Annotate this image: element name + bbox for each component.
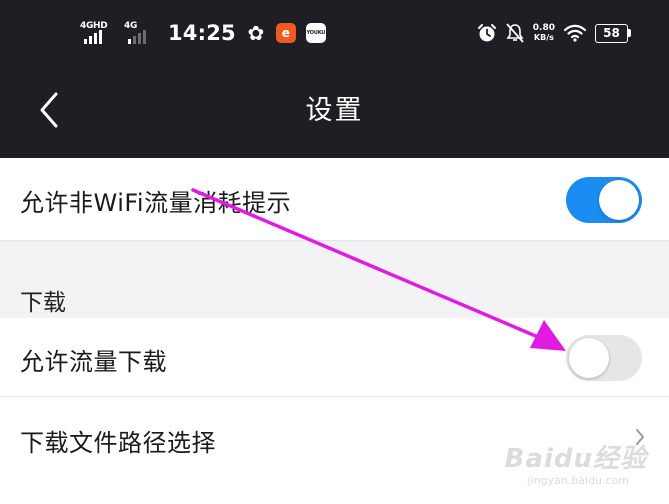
signal-4ghd-icon: 4GHD (80, 20, 114, 46)
mute-bell-icon (506, 23, 524, 43)
data-download-label: 允许流量下载 (20, 348, 167, 376)
wifi-prompt-toggle[interactable] (566, 177, 642, 223)
toggle-knob (569, 338, 609, 378)
page-title: 设置 (305, 95, 364, 126)
wifi-prompt-label: 允许非WiFi流量消耗提示 (20, 189, 292, 217)
battery-icon: 58 (595, 23, 631, 43)
section-title-download: 下载 (20, 290, 66, 316)
speed-value: 0.80 (532, 23, 555, 33)
alarm-clock-icon (477, 24, 496, 42)
network-speed: 0.80 KB/s (533, 23, 555, 43)
toggle-knob (599, 180, 639, 220)
wifi-icon (564, 24, 586, 42)
download-path-label: 下载文件路径选择 (20, 429, 216, 457)
baidu-watermark-url: jingyan.baidu.com (527, 474, 629, 487)
speed-unit: KB/s (533, 33, 554, 42)
fan-icon: ✿ (247, 21, 265, 45)
setting-row-wifi-prompt: 允许非WiFi流量消耗提示 (0, 158, 669, 240)
battery-level: 58 (595, 23, 628, 43)
data-download-toggle[interactable] (566, 335, 642, 381)
section-download: 下载 (0, 241, 669, 318)
status-bar-right: 0.80 KB/s 58 (477, 18, 631, 48)
status-bar: 4GHD 4G 14:25 ✿ e YOUKU 0.80 KB/s 58 (0, 0, 669, 66)
status-bar-left: 4GHD 4G 14:25 ✿ e YOUKU (80, 18, 326, 48)
signal-4g-icon: 4G (124, 20, 158, 46)
nav-bar: 设置 (0, 66, 669, 158)
baidu-watermark: Baidu经验 (504, 444, 647, 474)
orange-app-icon: e (275, 23, 296, 43)
status-time: 14:25 (168, 21, 236, 45)
youku-icon: YOUKU (305, 23, 326, 43)
setting-row-data-download: 允许流量下载 (0, 318, 669, 396)
